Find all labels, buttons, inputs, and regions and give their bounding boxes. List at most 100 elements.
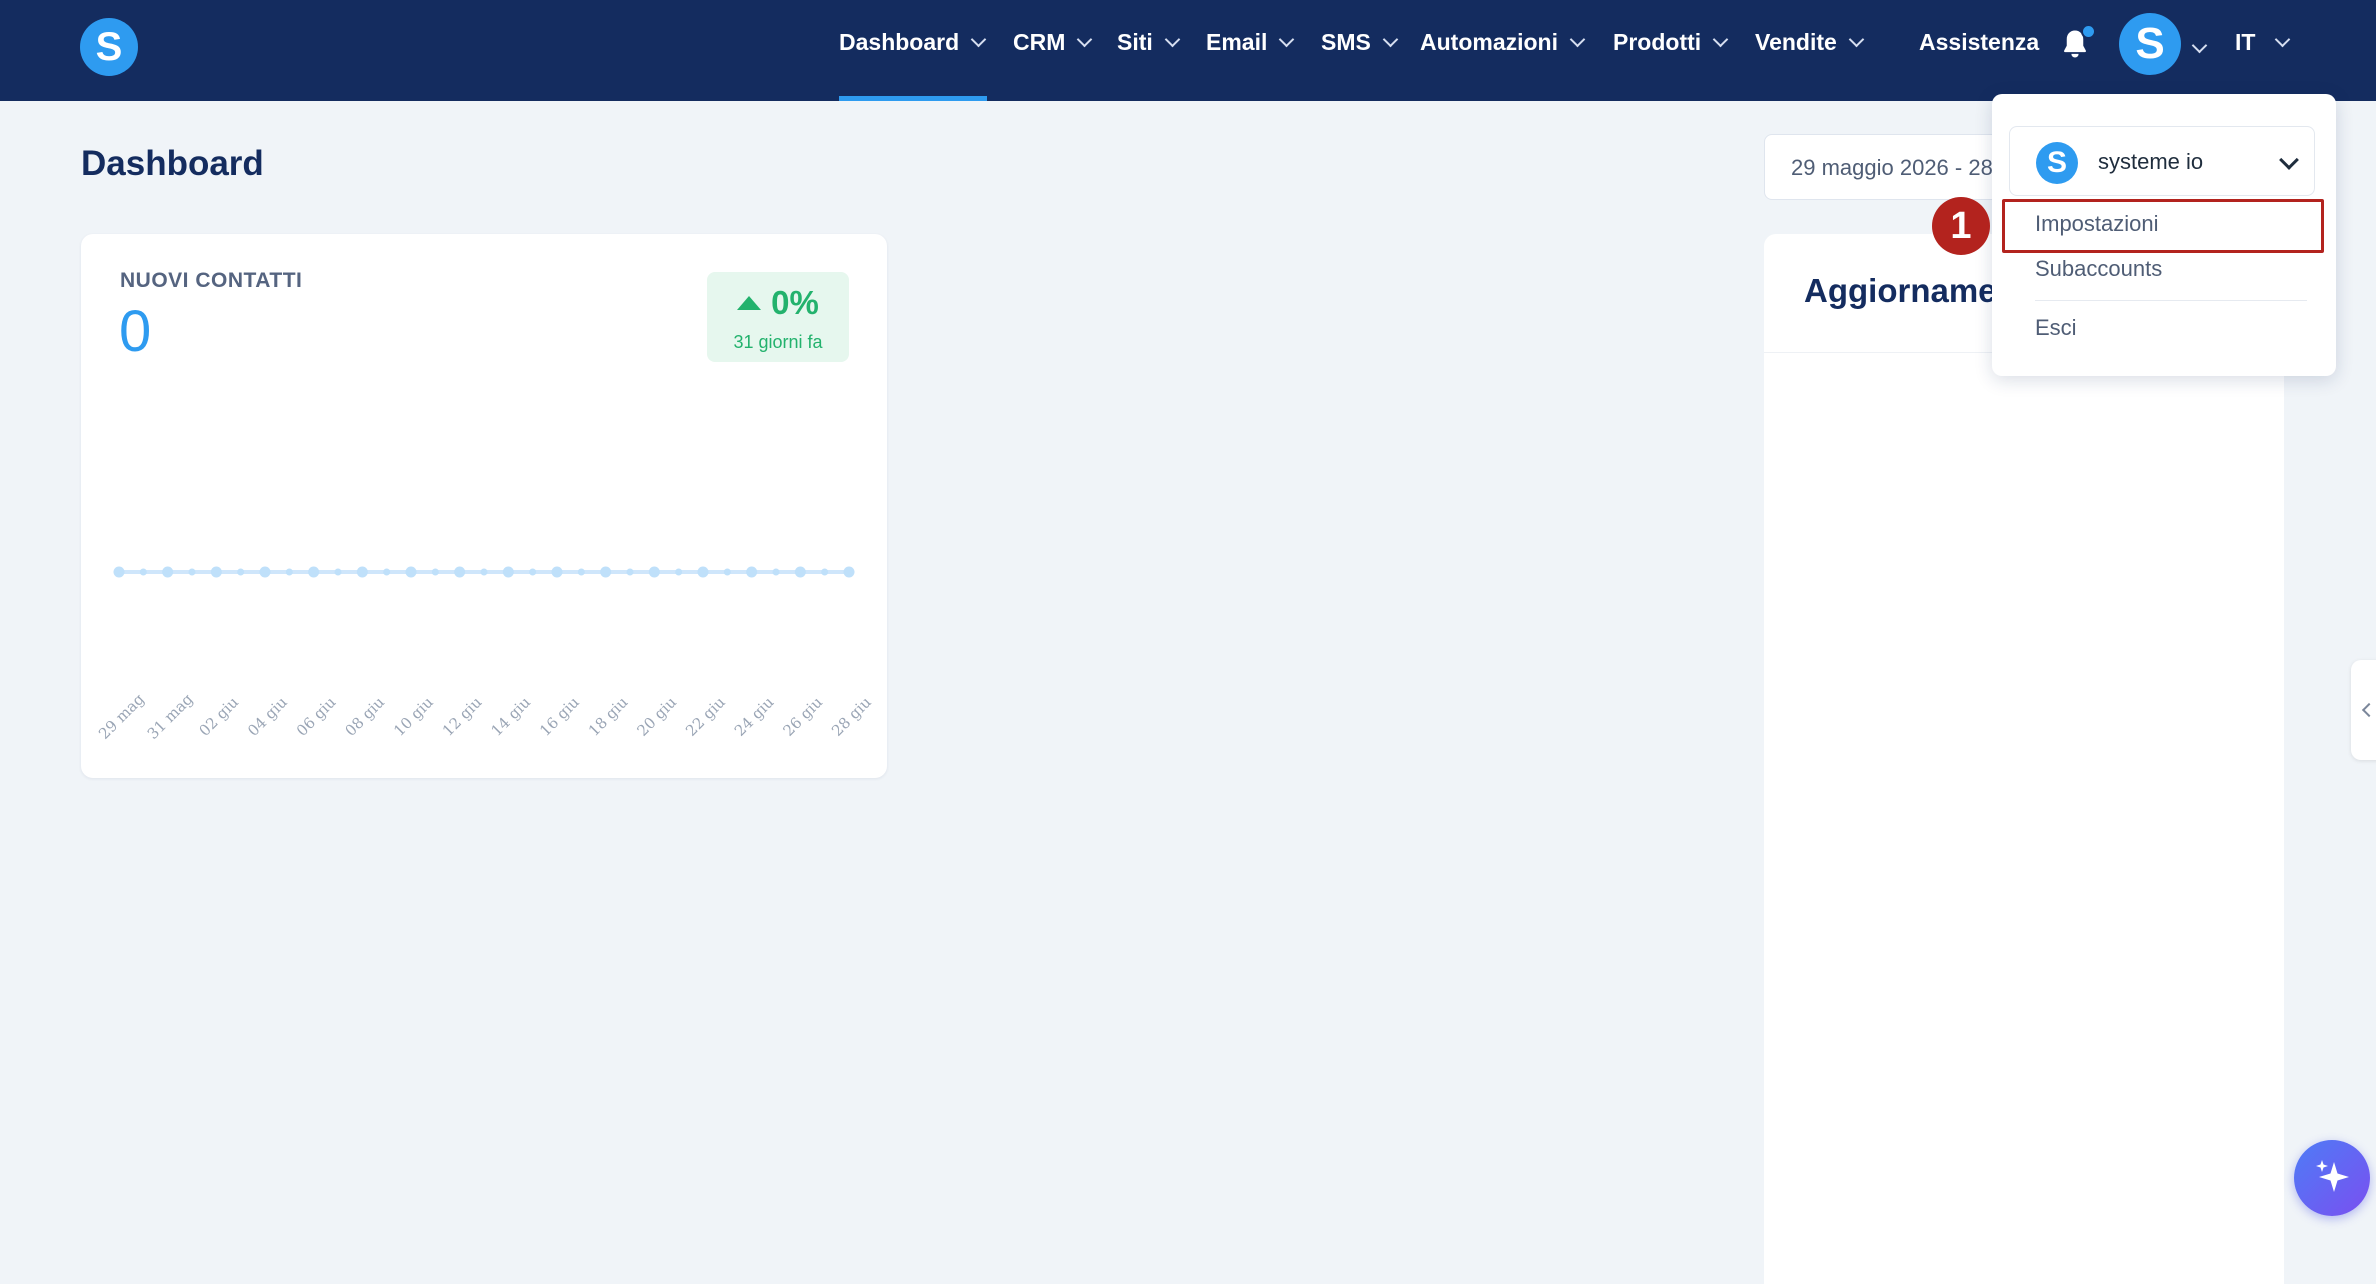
chevron-down-icon [1382,31,1399,47]
x-tick-label: 10 giu [390,693,437,740]
account-menu-toggle[interactable] [2191,30,2208,66]
account-logo: S [2036,142,2078,184]
data-point[interactable] [821,568,829,576]
account-switcher[interactable]: S systeme io [2009,126,2315,196]
data-point[interactable] [697,566,709,578]
sparkle-icon [2316,1160,2349,1192]
x-tick-label: 14 giu [487,693,534,740]
ai-assistant-button[interactable] [2294,1140,2370,1216]
nav-label: Vendite [1755,28,1837,55]
side-panel-toggle[interactable] [2351,660,2376,760]
data-point[interactable] [285,568,293,576]
language-label: IT [2235,28,2256,55]
notification-dot [2081,24,2096,39]
chevron-down-icon [1077,31,1093,47]
top-navigation-bar: S Dashboard CRM Siti Email SMS Automazio… [0,0,2376,101]
date-range-picker[interactable]: 29 maggio 2026 - 28 giugno 2026 [1764,134,2004,200]
data-point[interactable] [383,568,391,576]
app-logo[interactable]: S [80,18,138,76]
data-point[interactable] [259,566,271,578]
x-tick-label: 12 giu [439,693,486,740]
x-tick-label: 06 giu [293,693,340,740]
data-point[interactable] [600,566,612,578]
data-point[interactable] [431,568,439,576]
data-point[interactable] [746,566,758,578]
nav-automazioni[interactable]: Automazioni [1420,24,1586,60]
account-avatar[interactable]: S [2119,13,2181,75]
contacts-line-chart: 29 mag31 mag02 giu 04 giu 06 giu 08 giu 10 g… [95,566,875,743]
x-tick-label: 04 giu [244,693,291,740]
data-point[interactable] [139,568,147,576]
data-point[interactable] [794,566,806,578]
data-point[interactable] [502,566,514,578]
nav-label: Email [1206,28,1268,55]
menu-item-subaccounts[interactable]: Subaccounts [2035,256,2162,282]
data-point[interactable] [162,566,174,578]
data-point[interactable] [480,568,488,576]
nav-email[interactable]: Email [1206,24,1295,60]
x-tick-label: 31 mag [144,690,197,743]
chevron-left-icon [2361,702,2376,718]
divider [2035,300,2307,301]
nav-label: Prodotti [1613,28,1702,55]
data-point[interactable] [772,568,780,576]
data-point[interactable] [356,566,368,578]
help-label: Assistenza [1919,28,2040,55]
nav-sms[interactable]: SMS [1321,24,1399,60]
nav-label: SMS [1321,28,1371,55]
data-point[interactable] [405,566,417,578]
nav-siti[interactable]: Siti [1117,24,1181,60]
data-point[interactable] [188,568,196,576]
x-tick-label: 08 giu [341,693,388,740]
chevron-down-icon [1569,31,1586,47]
updates-card: Aggiornamenti [1764,234,2284,1284]
x-tick-label: 22 giu [682,693,729,740]
x-tick-label: 26 giu [779,693,826,740]
menu-item-esci[interactable]: Esci [2035,315,2077,341]
new-contacts-card: NUOVI CONTATTI 0 0% 31 giorni fa 29 mag 3… [81,234,887,778]
chevron-down-icon [1712,31,1729,47]
data-point[interactable] [529,568,537,576]
data-point[interactable] [675,568,683,576]
nav-label: CRM [1013,28,1066,55]
data-point[interactable] [723,568,731,576]
x-tick-label: 16 giu [536,693,583,740]
language-selector[interactable]: IT [2235,24,2291,60]
chevron-down-icon [1279,31,1295,47]
x-tick-label: 29 mag [95,690,148,743]
x-tick-label: 18 giu [585,693,632,740]
account-name: systeme io [2098,149,2204,174]
data-point[interactable] [334,568,342,576]
x-tick-label: 24 giu [731,693,778,740]
nav-vendite[interactable]: Vendite [1755,24,1865,60]
nav-label: Dashboard [839,28,960,55]
data-point[interactable] [577,568,585,576]
data-point[interactable] [454,566,466,578]
highlight-annotation-box [2002,199,2324,253]
data-point[interactable] [237,568,245,576]
nav-label: Siti [1117,28,1153,55]
active-tab-indicator [839,96,987,101]
data-point[interactable] [551,566,563,578]
chevron-down-icon [2279,150,2299,170]
data-point[interactable] [843,566,855,578]
nav-dashboard[interactable]: Dashboard [839,24,987,60]
x-tick-label: 28 giu [828,693,875,740]
nav-label: Automazioni [1420,28,1558,55]
nav-prodotti[interactable]: Prodotti [1613,24,1729,60]
x-tick-label: 20 giu [633,693,680,740]
page-title: Dashboard [81,144,264,183]
nav-crm[interactable]: CRM [1013,24,1093,60]
chevron-down-icon [1164,31,1181,47]
x-tick-label: 02 giu [195,693,242,740]
chevron-down-icon [1848,31,1865,47]
step-marker: 1 [1932,197,1990,255]
data-point[interactable] [648,566,660,578]
chevron-down-icon [2275,31,2291,47]
data-point[interactable] [626,568,634,576]
data-point[interactable] [113,566,125,578]
help-link[interactable]: Assistenza [1919,24,2039,60]
chevron-down-icon [2191,37,2208,53]
data-point[interactable] [210,566,222,578]
data-point[interactable] [308,566,320,578]
